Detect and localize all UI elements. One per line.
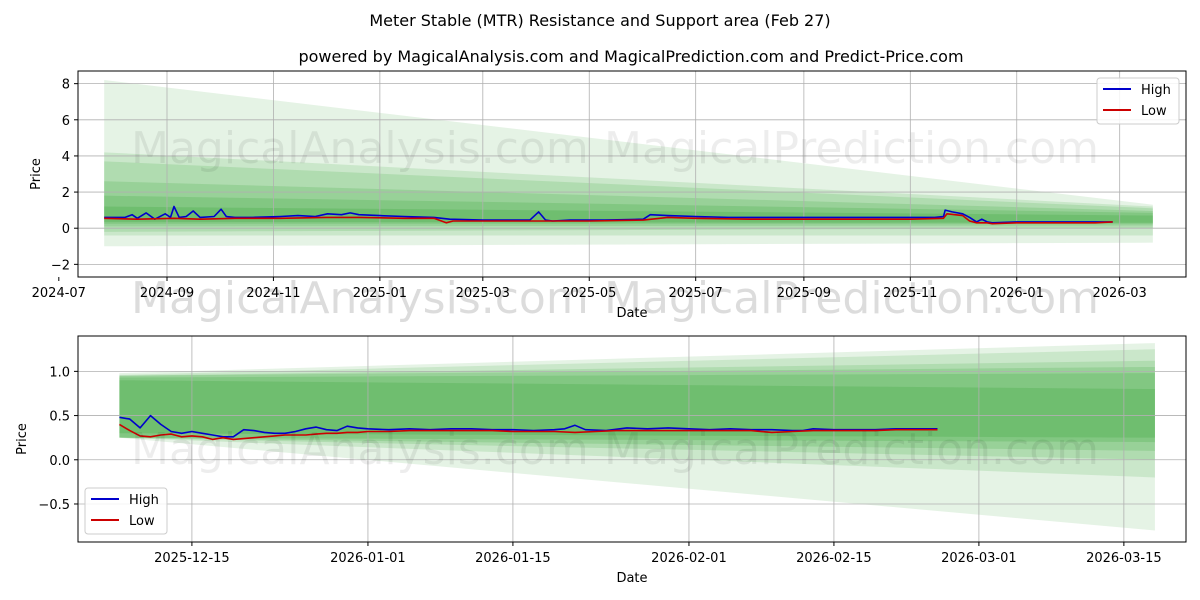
watermark-text: MagicalAnalysis.com <box>131 424 589 475</box>
watermark-text: MagicalAnalysis.com <box>131 123 589 174</box>
x-axis-label: Date <box>616 571 647 586</box>
y-tick-label: 0.0 <box>49 454 70 469</box>
legend: High Low <box>84 487 168 535</box>
y-axis-label: Price <box>29 158 44 190</box>
legend: High Low <box>1096 77 1180 125</box>
x-tick-label: 2026-03-15 <box>1086 551 1162 566</box>
chart-canvas: Meter Stable (MTR) Resistance and Suppor… <box>15 11 1187 586</box>
legend-label-low: Low <box>1141 104 1167 119</box>
x-tick-label: 2024-07 <box>32 286 86 301</box>
watermark-text: MagicalPrediction.com <box>604 123 1099 174</box>
legend-label-low: Low <box>129 514 155 529</box>
plot-area <box>78 71 1186 277</box>
y-tick-label: 6 <box>62 114 70 129</box>
x-tick-label: 2026-01-15 <box>475 551 551 566</box>
watermark-text: MagicalAnalysis.com <box>131 273 589 324</box>
x-tick-label: 2026-02-15 <box>796 551 872 566</box>
x-tick-label: 2026-01-01 <box>330 551 406 566</box>
watermark-text: MagicalPrediction.com <box>604 273 1099 324</box>
x-tick-label: 2026-03-01 <box>941 551 1017 566</box>
y-tick-label: 0.5 <box>49 410 70 425</box>
y-tick-label: 8 <box>62 78 70 93</box>
y-axis-label: Price <box>15 423 30 455</box>
legend-label-high: High <box>1141 83 1171 98</box>
x-tick-label: 2026-03 <box>1093 286 1147 301</box>
y-tick-label: −2 <box>51 258 70 273</box>
chart-title: Meter Stable (MTR) Resistance and Suppor… <box>369 11 830 30</box>
x-tick-label: 2026-02-01 <box>651 551 727 566</box>
legend-label-high: High <box>129 493 159 508</box>
chart-figure: Meter Stable (MTR) Resistance and Suppor… <box>0 0 1200 600</box>
y-tick-label: −0.5 <box>38 498 70 513</box>
watermark-text: MagicalPrediction.com <box>604 424 1099 475</box>
y-tick-label: 2 <box>62 186 70 201</box>
chart-subtitle: powered by MagicalAnalysis.com and Magic… <box>298 47 963 66</box>
bottom-panel: MagicalAnalysis.com MagicalPrediction.com… <box>15 273 1187 586</box>
y-tick-label: 4 <box>62 150 70 165</box>
y-tick-label: 1.0 <box>49 365 70 380</box>
y-tick-label: 0 <box>62 222 70 237</box>
x-tick-label: 2025-12-15 <box>154 551 230 566</box>
